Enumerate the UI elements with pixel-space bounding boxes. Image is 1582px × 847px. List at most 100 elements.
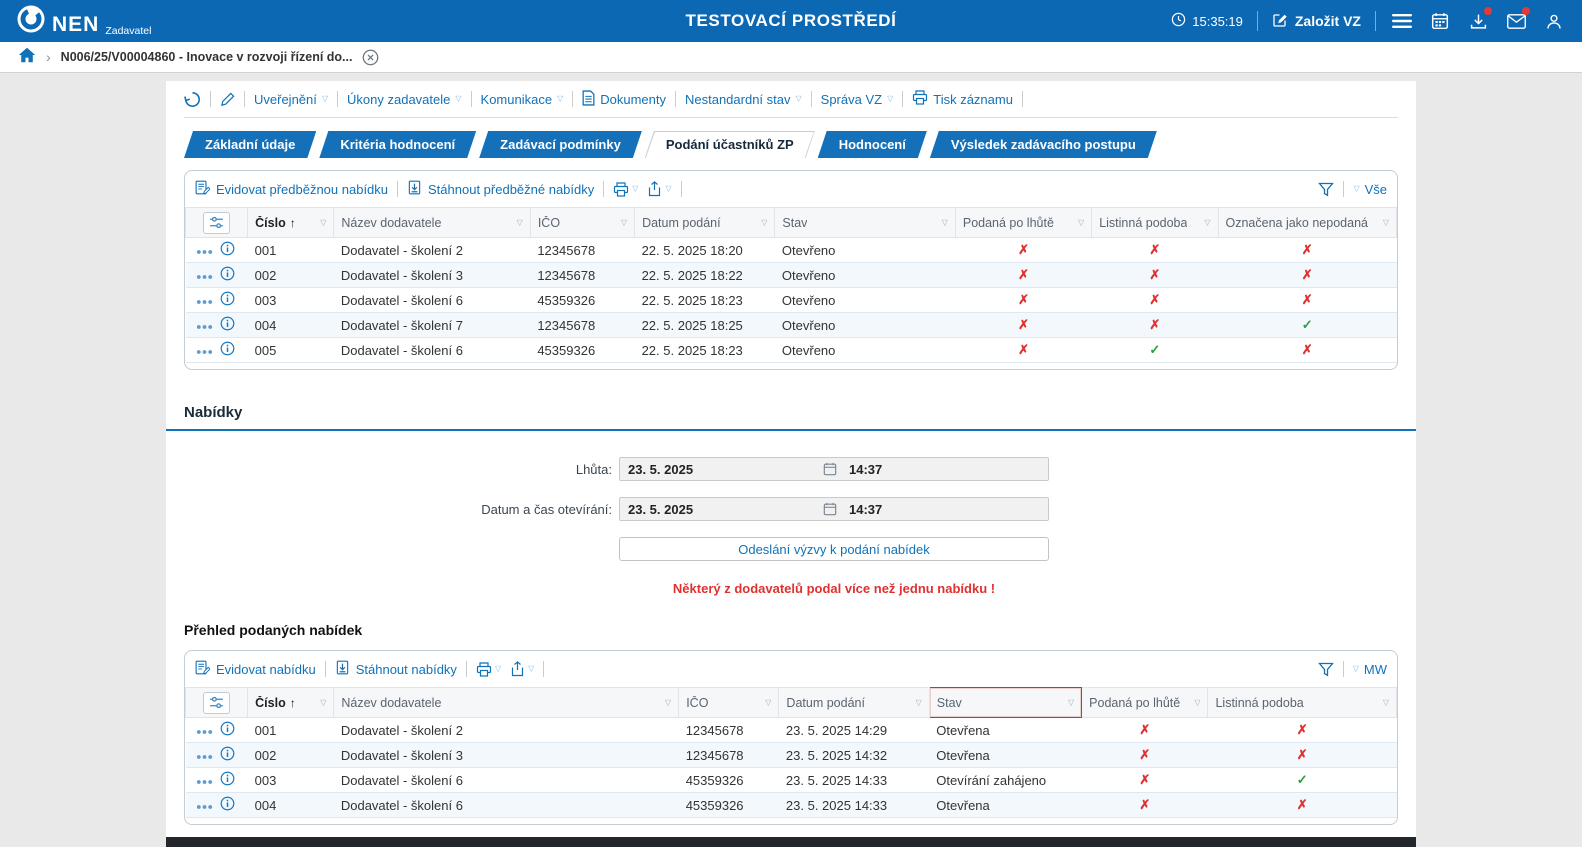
menu-ukony-zadavatele[interactable]: Úkony zadavatele▽ bbox=[347, 92, 462, 107]
messages-button[interactable] bbox=[1504, 9, 1528, 33]
column-filter-icon[interactable]: ▽ bbox=[1078, 218, 1084, 227]
column-header-cislo[interactable]: Číslo↑▽ bbox=[248, 208, 334, 238]
opening-date-value[interactable]: 23. 5. 2025 bbox=[620, 502, 823, 517]
history-button[interactable] bbox=[184, 91, 201, 108]
tab-podani-ucastniku-zp[interactable]: Podání účastníků ZP bbox=[645, 131, 815, 158]
table-row[interactable]: 002Dodavatel - školení 31234567822. 5. 2… bbox=[186, 263, 1397, 288]
menu-nestandardni-stav[interactable]: Nestandardní stav▽ bbox=[685, 92, 802, 107]
menu-uverejneni[interactable]: Uveřejnění▽ bbox=[254, 92, 328, 107]
row-info-icon[interactable] bbox=[220, 746, 235, 764]
filter-button[interactable] bbox=[1318, 662, 1334, 677]
row-actions-icon[interactable] bbox=[196, 243, 213, 258]
print-list-button[interactable]: ▽ bbox=[476, 662, 501, 677]
stahnout-predbezne-nabidky-button[interactable]: Stáhnout předběžné nabídky bbox=[407, 180, 594, 198]
row-info-icon[interactable] bbox=[220, 241, 235, 259]
row-info-icon[interactable] bbox=[220, 771, 235, 789]
stahnout-nabidky-button[interactable]: Stáhnout nabídky bbox=[335, 660, 457, 678]
row-actions-icon[interactable] bbox=[196, 773, 213, 788]
column-header-datum_podani[interactable]: Datum podání▽ bbox=[635, 208, 775, 238]
column-header-stav[interactable]: Stav▽ bbox=[775, 208, 955, 238]
table-row[interactable]: 001Dodavatel - školení 21234567822. 5. 2… bbox=[186, 238, 1397, 263]
row-actions-icon[interactable] bbox=[196, 268, 213, 283]
column-header-listinna_podoba[interactable]: Listinná podoba▽ bbox=[1208, 688, 1397, 718]
deadline-datetime-input[interactable]: 23. 5. 2025 14:37 bbox=[619, 457, 1049, 481]
column-settings-button[interactable] bbox=[203, 212, 230, 234]
column-filter-icon[interactable]: ▽ bbox=[942, 218, 948, 227]
column-header-stav[interactable]: Stav▽ bbox=[929, 688, 1081, 718]
deadline-time-value[interactable]: 14:37 bbox=[837, 462, 1048, 477]
tab-kriteria-hodnoceni[interactable]: Kritéria hodnocení bbox=[319, 131, 476, 158]
downloads-button[interactable] bbox=[1466, 9, 1490, 33]
column-header-datum_podani[interactable]: Datum podání▽ bbox=[779, 688, 929, 718]
table-row[interactable]: 002Dodavatel - školení 31234567823. 5. 2… bbox=[186, 743, 1397, 768]
column-header-nazev_dodavatele[interactable]: Název dodavatele▽ bbox=[334, 208, 530, 238]
column-header-nazev_dodavatele[interactable]: Název dodavatele▽ bbox=[334, 688, 679, 718]
column-header-listinna_podoba[interactable]: Listinná podoba▽ bbox=[1092, 208, 1218, 238]
create-vz-button[interactable]: Založit VZ bbox=[1272, 12, 1361, 31]
home-icon[interactable] bbox=[18, 47, 36, 68]
column-filter-icon[interactable]: ▽ bbox=[1383, 218, 1389, 227]
row-actions-icon[interactable] bbox=[196, 748, 213, 763]
column-filter-icon[interactable]: ▽ bbox=[1204, 218, 1210, 227]
row-info-icon[interactable] bbox=[220, 291, 235, 309]
column-header-oznacena_jako_nepodana[interactable]: Označena jako nepodaná▽ bbox=[1218, 208, 1397, 238]
row-actions-icon[interactable] bbox=[196, 343, 213, 358]
opening-time-value[interactable]: 14:37 bbox=[837, 502, 1048, 517]
tab-vysledek-zadavaciho-postupu[interactable]: Výsledek zadávacího postupu bbox=[930, 131, 1157, 158]
export-list-button[interactable]: ▽ bbox=[510, 661, 534, 677]
row-actions-icon[interactable] bbox=[196, 318, 213, 333]
menu-sprava-vz[interactable]: Správa VZ▽ bbox=[821, 92, 894, 107]
column-filter-icon[interactable]: ▽ bbox=[916, 698, 922, 707]
column-header-podana_po_lhute[interactable]: Podaná po lhůtě▽ bbox=[1082, 688, 1208, 718]
profile-button[interactable] bbox=[1542, 9, 1566, 33]
column-header-cislo[interactable]: Číslo↑▽ bbox=[248, 688, 334, 718]
row-info-icon[interactable] bbox=[220, 316, 235, 334]
column-filter-icon[interactable]: ▽ bbox=[1068, 698, 1074, 707]
tab-zadavaci-podminky[interactable]: Zadávací podmínky bbox=[479, 131, 642, 158]
tab-zakladni-udaje[interactable]: Základní údaje bbox=[184, 131, 316, 158]
column-settings-button[interactable] bbox=[203, 692, 230, 714]
column-filter-icon[interactable]: ▽ bbox=[761, 218, 767, 227]
column-filter-icon[interactable]: ▽ bbox=[1194, 698, 1200, 707]
column-filter-icon[interactable]: ▽ bbox=[765, 698, 771, 707]
deadline-date-value[interactable]: 23. 5. 2025 bbox=[620, 462, 823, 477]
menu-komunikace[interactable]: Komunikace▽ bbox=[481, 92, 564, 107]
close-record-icon[interactable] bbox=[362, 49, 379, 66]
column-header-ico[interactable]: IČO▽ bbox=[679, 688, 779, 718]
filter-preset-selector[interactable]: ▽ Vše bbox=[1353, 182, 1387, 197]
menu-button[interactable] bbox=[1390, 9, 1414, 33]
column-filter-icon[interactable]: ▽ bbox=[320, 698, 326, 707]
calendar-button[interactable] bbox=[1428, 9, 1452, 33]
menu-dokumenty[interactable]: Dokumenty bbox=[582, 90, 666, 109]
row-actions-icon[interactable] bbox=[196, 293, 213, 308]
nen-logo[interactable]: NEN Zadavatel bbox=[16, 4, 151, 39]
column-filter-icon[interactable]: ▽ bbox=[1383, 698, 1389, 707]
table-row[interactable]: 003Dodavatel - školení 64535932622. 5. 2… bbox=[186, 288, 1397, 313]
row-info-icon[interactable] bbox=[220, 266, 235, 284]
row-actions-icon[interactable] bbox=[196, 723, 213, 738]
column-filter-icon[interactable]: ▽ bbox=[320, 218, 326, 227]
evidovat-predbeznou-nabidku-button[interactable]: Evidovat předběžnou nabídku bbox=[195, 180, 388, 198]
column-filter-icon[interactable]: ▽ bbox=[665, 698, 671, 707]
table-row[interactable]: 004Dodavatel - školení 64535932623. 5. 2… bbox=[186, 793, 1397, 818]
column-header-podana_po_lhute[interactable]: Podaná po lhůtě▽ bbox=[955, 208, 1091, 238]
column-filter-icon[interactable]: ▽ bbox=[517, 218, 523, 227]
row-info-icon[interactable] bbox=[220, 341, 235, 359]
row-actions-icon[interactable] bbox=[196, 798, 213, 813]
column-header-ico[interactable]: IČO▽ bbox=[530, 208, 634, 238]
send-call-for-offers-button[interactable]: Odeslání výzvy k podání nabídek bbox=[619, 537, 1049, 561]
edit-record-button[interactable] bbox=[220, 92, 235, 107]
table-row[interactable]: 001Dodavatel - školení 21234567823. 5. 2… bbox=[186, 718, 1397, 743]
calendar-icon[interactable] bbox=[823, 502, 837, 516]
row-info-icon[interactable] bbox=[220, 796, 235, 814]
opening-datetime-input[interactable]: 23. 5. 2025 14:37 bbox=[619, 497, 1049, 521]
tab-hodnoceni[interactable]: Hodnocení bbox=[818, 131, 927, 158]
row-info-icon[interactable] bbox=[220, 721, 235, 739]
table-row[interactable]: 005Dodavatel - školení 64535932622. 5. 2… bbox=[186, 338, 1397, 363]
menu-tisk-zaznamu[interactable]: Tisk záznamu bbox=[912, 90, 1013, 108]
breadcrumb-record[interactable]: N006/25/V00004860 - Inovace v rozvoji ří… bbox=[61, 50, 353, 64]
table-row[interactable]: 004Dodavatel - školení 71234567822. 5. 2… bbox=[186, 313, 1397, 338]
evidovat-nabidku-button[interactable]: Evidovat nabídku bbox=[195, 660, 316, 678]
column-filter-icon[interactable]: ▽ bbox=[621, 218, 627, 227]
table-row[interactable]: 003Dodavatel - školení 64535932623. 5. 2… bbox=[186, 768, 1397, 793]
